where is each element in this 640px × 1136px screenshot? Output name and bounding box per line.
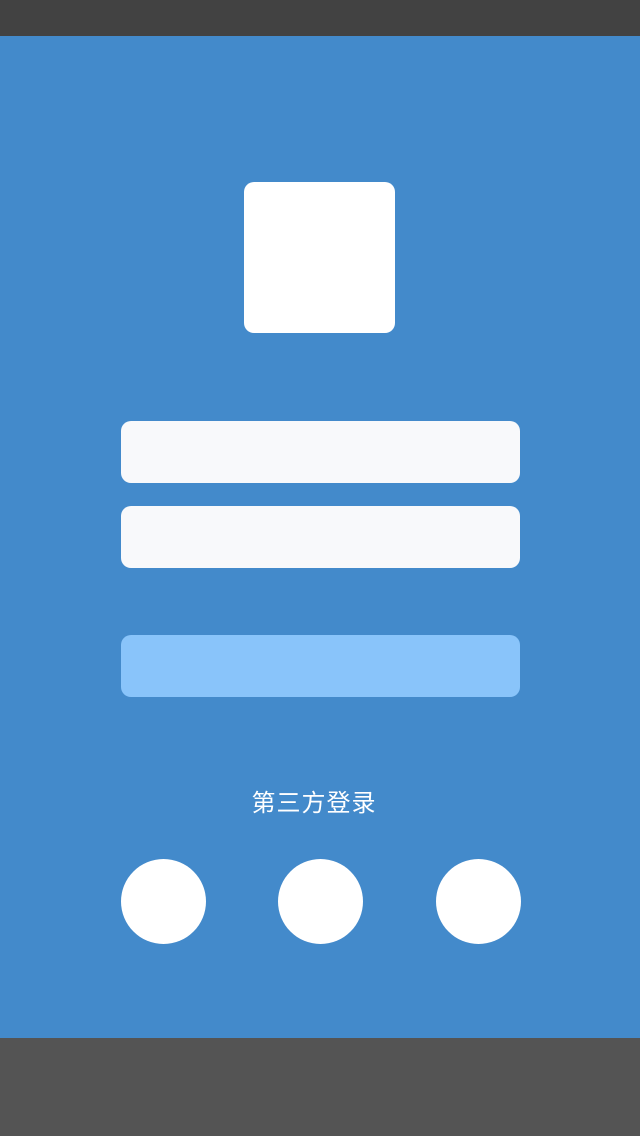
login-button[interactable] bbox=[121, 635, 520, 697]
login-screen: 第三方登录 bbox=[0, 36, 640, 1038]
bottom-bar bbox=[0, 1038, 640, 1136]
third-party-login-button-1[interactable] bbox=[121, 859, 206, 944]
third-party-login-label: 第三方登录 bbox=[251, 789, 377, 817]
status-bar bbox=[0, 0, 640, 36]
third-party-login-button-3[interactable] bbox=[436, 859, 521, 944]
username-input[interactable] bbox=[121, 421, 520, 483]
third-party-login-button-2[interactable] bbox=[278, 859, 363, 944]
password-input[interactable] bbox=[121, 506, 520, 568]
app-logo bbox=[244, 182, 395, 333]
